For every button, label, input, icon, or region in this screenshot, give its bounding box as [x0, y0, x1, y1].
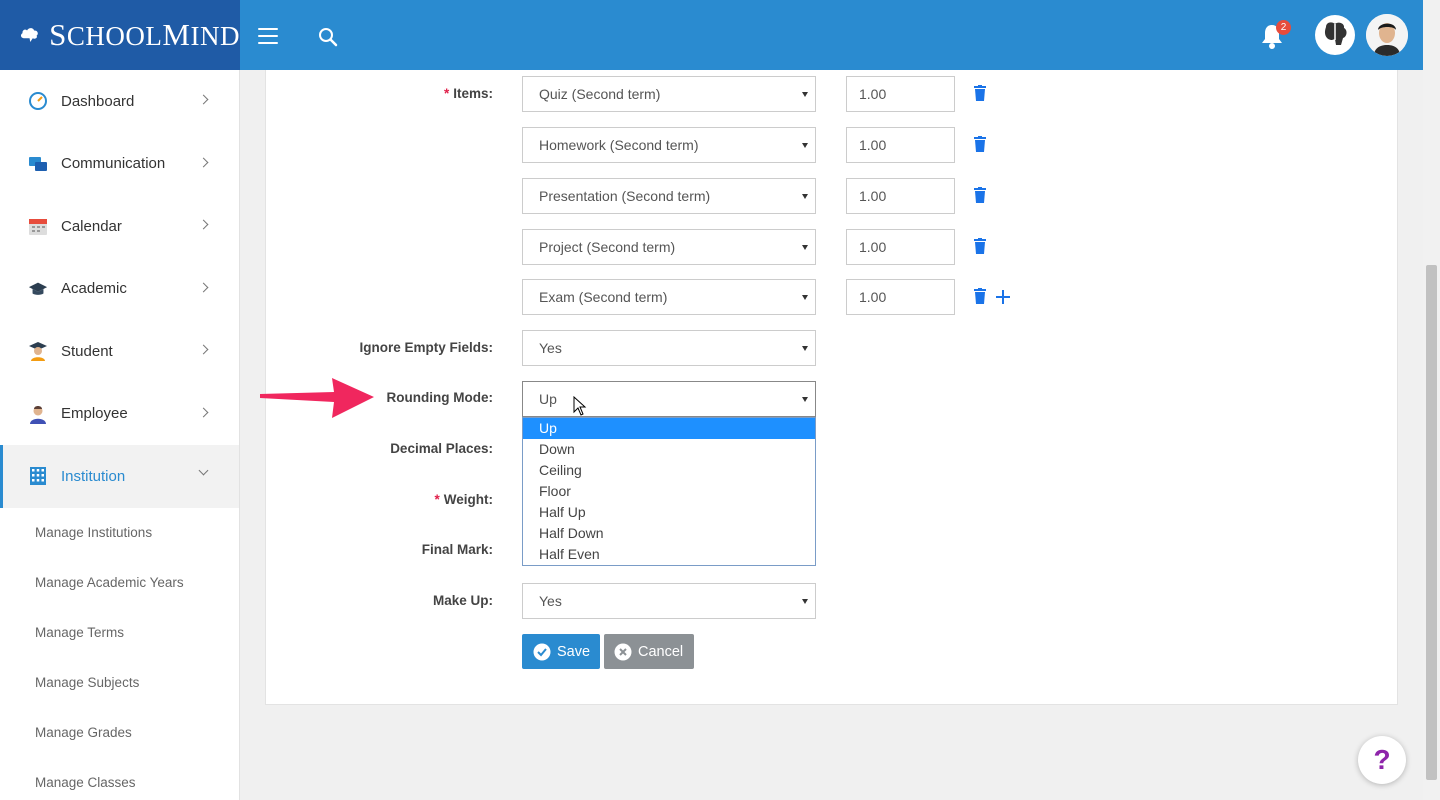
sidebar-item-dashboard[interactable]: Dashboard — [0, 70, 239, 133]
chevron-down-icon — [198, 465, 209, 476]
item-select-5[interactable]: Exam (Second term) — [522, 279, 816, 315]
logo-text: SCHOOLMIND — [49, 17, 240, 52]
option-half-up[interactable]: Half Up — [523, 502, 815, 523]
caret-down-icon — [802, 346, 808, 351]
chat-icon — [28, 154, 48, 174]
chevron-right-icon — [198, 344, 209, 355]
sidebar-item-employee[interactable]: Employee — [0, 383, 239, 446]
user-photo-icon — [1366, 14, 1408, 56]
top-header: SCHOOLMIND 2 — [0, 0, 1423, 70]
sidebar-item-institution[interactable]: Institution — [0, 445, 239, 508]
chevron-right-icon — [198, 407, 209, 417]
trash-icon[interactable] — [974, 136, 986, 152]
item-select-3[interactable]: Presentation (Second term) — [522, 178, 816, 214]
sidebar-subitem-manage-grades[interactable]: Manage Grades — [0, 708, 239, 758]
calendar-icon — [28, 216, 48, 236]
sidebar-item-calendar[interactable]: Calendar — [0, 195, 239, 258]
sidebar: Dashboard Communication Calendar Academi… — [0, 70, 240, 800]
item-weight-input-5[interactable]: 1.00 — [846, 279, 955, 315]
item-weight-input-4[interactable]: 1.00 — [846, 229, 955, 265]
caret-down-icon — [802, 143, 808, 148]
sidebar-item-communication[interactable]: Communication — [0, 133, 239, 196]
building-icon — [28, 466, 48, 486]
option-down[interactable]: Down — [523, 439, 815, 460]
chevron-right-icon — [198, 282, 209, 292]
caret-down-icon — [802, 245, 808, 250]
option-up[interactable]: Up — [523, 418, 815, 439]
make-up-select[interactable]: Yes — [522, 583, 816, 619]
caret-down-icon — [802, 92, 808, 97]
sidebar-item-label: Academic — [61, 280, 127, 298]
sidebar-subitem-manage-institutions[interactable]: Manage Institutions — [0, 508, 239, 558]
item-select-2[interactable]: Homework (Second term) — [522, 127, 816, 163]
sidebar-item-label: Calendar — [61, 217, 122, 235]
employee-icon — [28, 404, 48, 424]
trash-icon[interactable] — [974, 288, 986, 304]
rounding-mode-select[interactable]: Up — [522, 381, 816, 417]
item-select-1[interactable]: Quiz (Second term) — [522, 76, 816, 112]
student-icon — [28, 341, 48, 362]
trash-icon[interactable] — [974, 187, 986, 203]
item-weight-input-1[interactable]: 1.00 — [846, 76, 955, 112]
caret-down-icon — [802, 599, 808, 604]
user-avatar[interactable] — [1366, 14, 1408, 56]
chevron-right-icon — [198, 219, 209, 230]
sidebar-subitem-manage-classes[interactable]: Manage Classes — [0, 758, 239, 800]
help-button[interactable]: ? — [1358, 736, 1406, 784]
decimal-places-label: Decimal Places: — [390, 441, 493, 456]
sidebar-item-label: Employee — [61, 405, 128, 423]
caret-down-icon — [802, 194, 808, 199]
menu-icon[interactable] — [258, 28, 278, 44]
close-circle-icon — [614, 643, 632, 661]
ignore-empty-select[interactable]: Yes — [522, 330, 816, 366]
scrollbar-thumb[interactable] — [1426, 265, 1437, 780]
caret-down-icon — [802, 397, 808, 402]
option-half-even[interactable]: Half Even — [523, 544, 815, 565]
make-up-label: Make Up: — [432, 593, 493, 608]
sidebar-subitem-manage-academic-years[interactable]: Manage Academic Years — [0, 558, 239, 608]
cancel-button[interactable]: Cancel — [604, 634, 694, 669]
rounding-mode-label: Rounding Mode: — [386, 390, 493, 405]
rounding-mode-dropdown: Up Down Ceiling Floor Half Up Half Down … — [522, 417, 816, 566]
dashboard-icon — [28, 91, 48, 111]
add-item-icon[interactable] — [996, 290, 1010, 304]
mouse-cursor-icon — [573, 396, 587, 416]
final-mark-label: Final Mark: — [421, 542, 493, 557]
sidebar-item-student[interactable]: Student — [0, 320, 239, 383]
item-select-4[interactable]: Project (Second term) — [522, 229, 816, 265]
sidebar-item-academic[interactable]: Academic — [0, 258, 239, 321]
items-label: * Items: — [443, 86, 493, 101]
chevron-right-icon — [198, 94, 209, 105]
brain-icon — [1324, 22, 1347, 45]
weight-label: * Weight: — [434, 492, 493, 507]
search-icon[interactable] — [318, 27, 338, 47]
logo[interactable]: SCHOOLMIND — [0, 0, 240, 70]
caret-down-icon — [802, 295, 808, 300]
logo-cloud-icon — [20, 28, 38, 43]
trash-icon[interactable] — [974, 85, 986, 101]
option-ceiling[interactable]: Ceiling — [523, 460, 815, 481]
option-floor[interactable]: Floor — [523, 481, 815, 502]
annotation-arrow-icon — [260, 378, 374, 418]
check-circle-icon — [533, 643, 551, 661]
save-button[interactable]: Save — [522, 634, 600, 669]
notification-badge: 2 — [1276, 20, 1291, 35]
form-card — [265, 70, 1398, 705]
sidebar-subitem-manage-terms[interactable]: Manage Terms — [0, 608, 239, 658]
item-weight-input-3[interactable]: 1.00 — [846, 178, 955, 214]
sidebar-subitem-manage-subjects[interactable]: Manage Subjects — [0, 658, 239, 708]
trash-icon[interactable] — [974, 238, 986, 254]
option-half-down[interactable]: Half Down — [523, 523, 815, 544]
graduation-cap-icon — [28, 279, 48, 299]
sidebar-item-label: Communication — [61, 155, 166, 173]
sidebar-item-label: Dashboard — [61, 92, 135, 110]
institution-avatar[interactable] — [1315, 15, 1355, 55]
chevron-right-icon — [198, 157, 209, 167]
sidebar-item-label: Institution — [61, 467, 126, 485]
sidebar-item-label: Student — [61, 342, 113, 360]
ignore-empty-label: Ignore Empty Fields: — [359, 340, 493, 355]
item-weight-input-2[interactable]: 1.00 — [846, 127, 955, 163]
